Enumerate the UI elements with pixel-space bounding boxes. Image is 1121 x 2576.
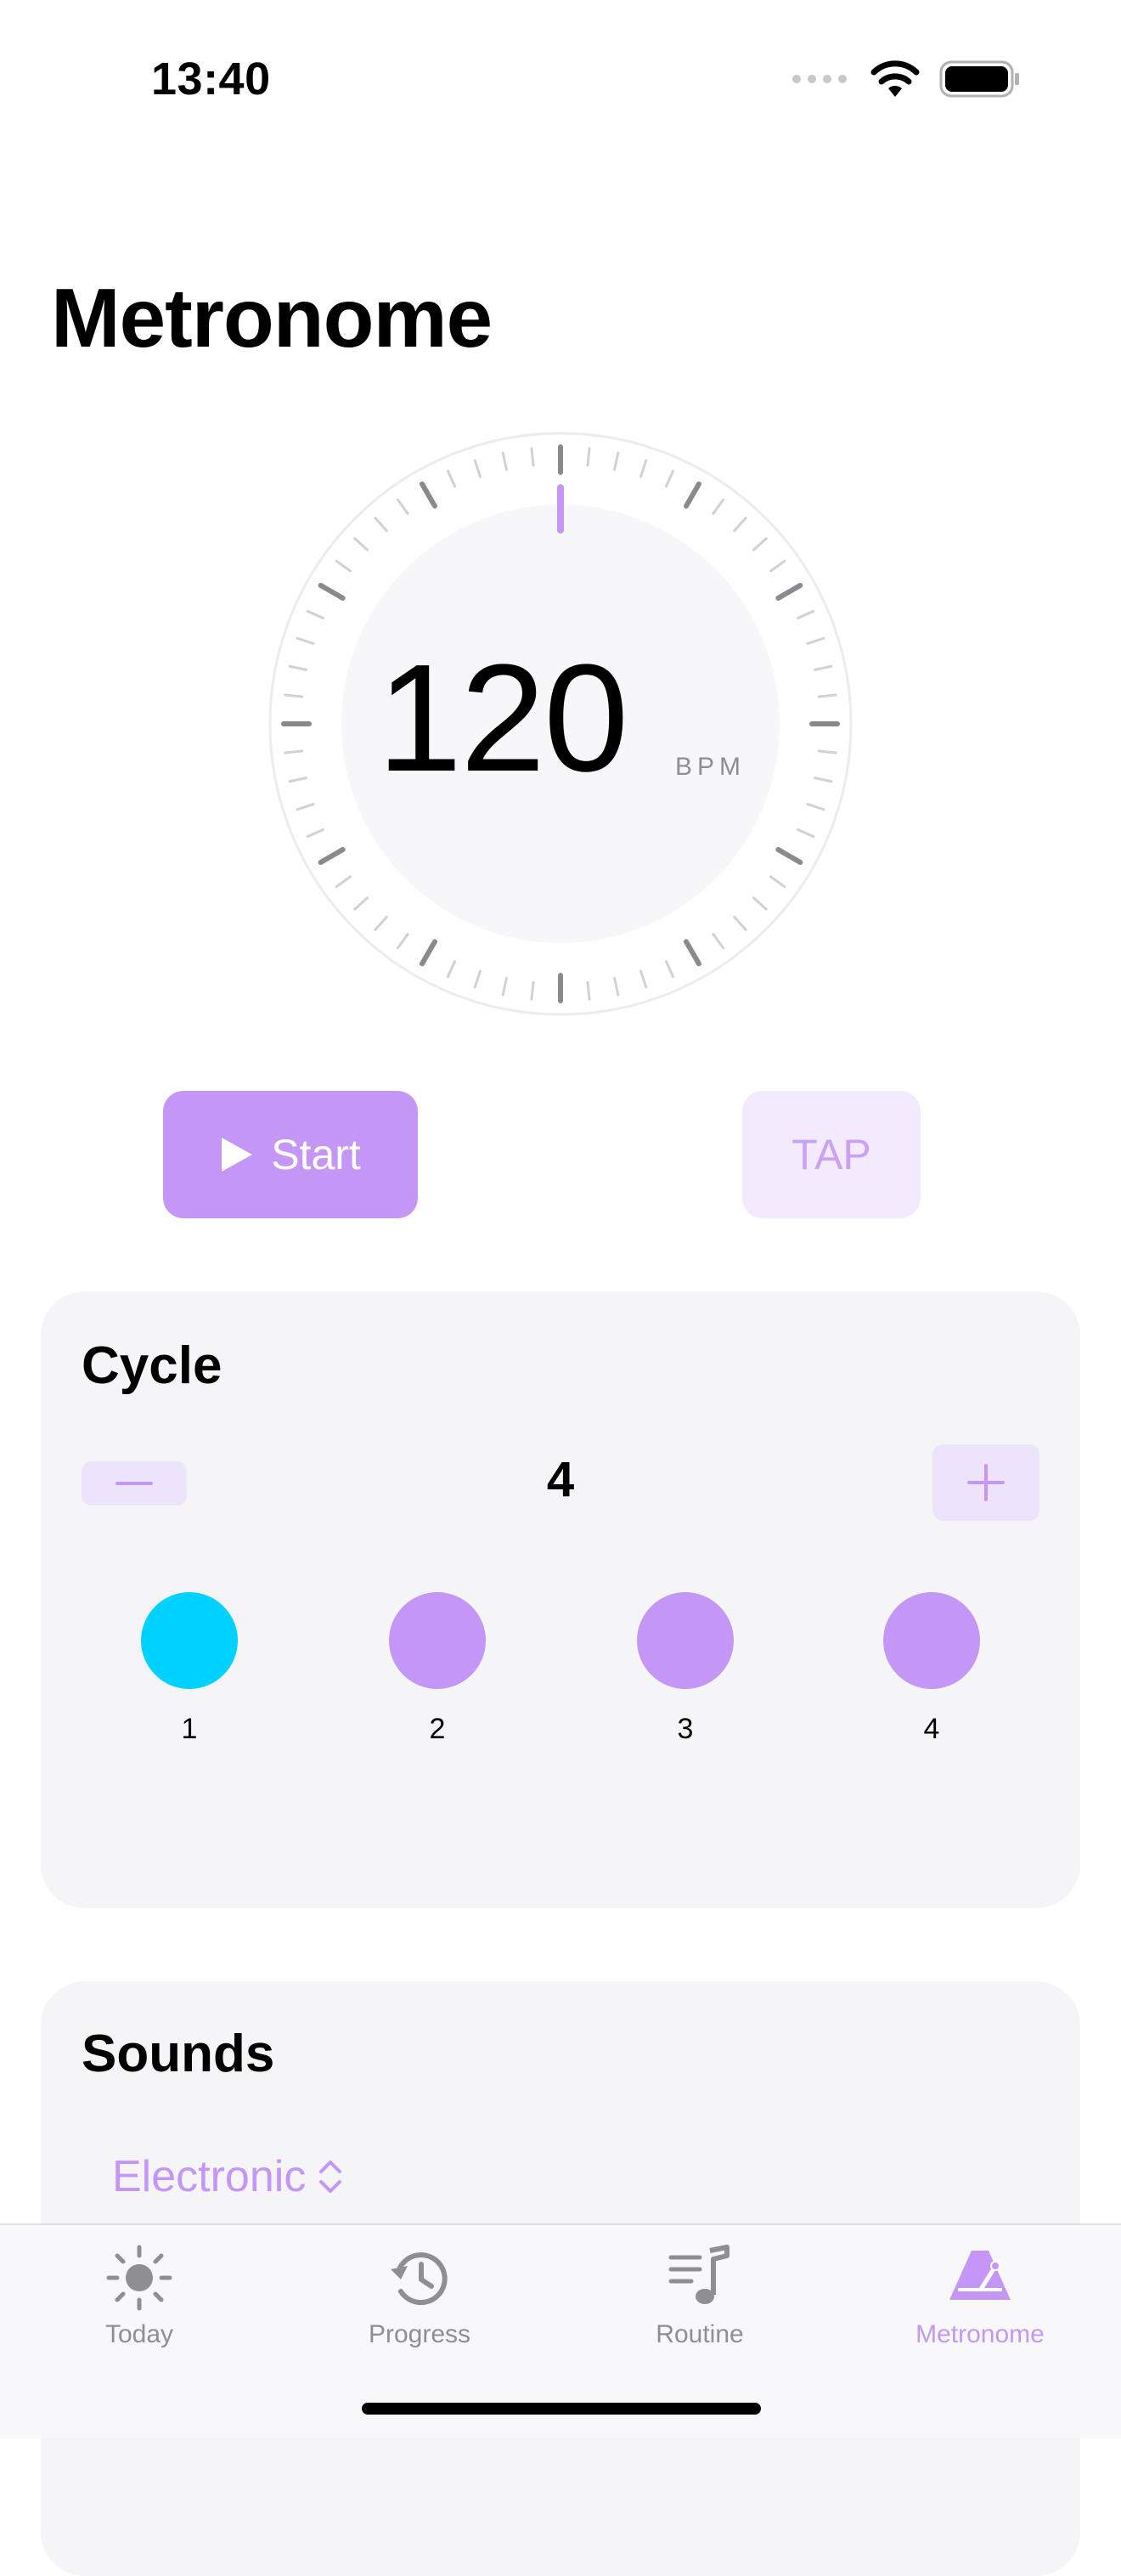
tab-progress[interactable]: Progress — [309, 2244, 530, 2349]
dial-minor-tick — [586, 980, 591, 1001]
plus-icon — [967, 1464, 1005, 1501]
tab-metronome-label: Metronome — [915, 2320, 1045, 2348]
dial-minor-tick — [530, 447, 535, 467]
dial-minor-tick — [586, 447, 591, 467]
page-title: Metronome — [51, 271, 493, 364]
sounds-title: Sounds — [82, 2025, 275, 2083]
cycle-count: 4 — [546, 1452, 575, 1507]
sound-picker-value: Electronic — [112, 2152, 307, 2201]
tab-metronome[interactable]: Metronome — [870, 2244, 1090, 2349]
dial-minor-tick — [530, 980, 535, 1001]
dial-minor-tick — [817, 693, 837, 698]
bpm-unit: BPM — [675, 753, 746, 781]
increase-cycle-button[interactable] — [932, 1444, 1039, 1521]
cycle-card: Cycle 4 1 2 3 4 — [41, 1291, 1080, 1908]
tab-routine-label: Routine — [656, 2320, 744, 2348]
beat-dot-3[interactable] — [637, 1592, 734, 1689]
cellular-signal-icon — [792, 75, 847, 83]
status-time: 13:40 — [151, 54, 271, 105]
status-icons — [791, 59, 1021, 99]
beat-dot-1[interactable] — [141, 1592, 238, 1689]
beat-dot-2[interactable] — [389, 1592, 486, 1689]
music-list-icon — [666, 2244, 734, 2312]
metronome-icon — [946, 2244, 1014, 2312]
home-indicator — [362, 2403, 761, 2415]
start-button-label: Start — [271, 1131, 361, 1178]
tap-button[interactable]: TAP — [742, 1091, 921, 1218]
battery-icon — [939, 60, 1019, 98]
history-icon — [386, 2244, 453, 2312]
tab-routine[interactable]: Routine — [589, 2244, 810, 2349]
play-icon — [222, 1138, 253, 1172]
start-button[interactable]: Start — [163, 1091, 418, 1218]
wifi-icon — [870, 60, 920, 97]
sun-icon — [105, 2244, 173, 2312]
tab-today[interactable]: Today — [29, 2244, 250, 2349]
tab-today-label: Today — [104, 2320, 174, 2348]
beat-label-2: 2 — [429, 1713, 446, 1745]
beat-label-3: 3 — [677, 1713, 694, 1745]
dial-minor-tick — [284, 749, 304, 754]
sound-picker[interactable]: Electronic — [112, 2151, 343, 2202]
beat-label-4: 4 — [923, 1713, 940, 1745]
dial-minor-tick — [284, 693, 304, 698]
bpm-value: 120 — [377, 633, 628, 804]
dial-minor-tick — [817, 749, 837, 754]
beat-label-1: 1 — [181, 1713, 198, 1745]
chevron-up-down-icon — [319, 2161, 342, 2193]
cycle-title: Cycle — [82, 1336, 223, 1395]
beat-dot-4[interactable] — [883, 1592, 980, 1689]
tab-progress-label: Progress — [368, 2320, 471, 2348]
